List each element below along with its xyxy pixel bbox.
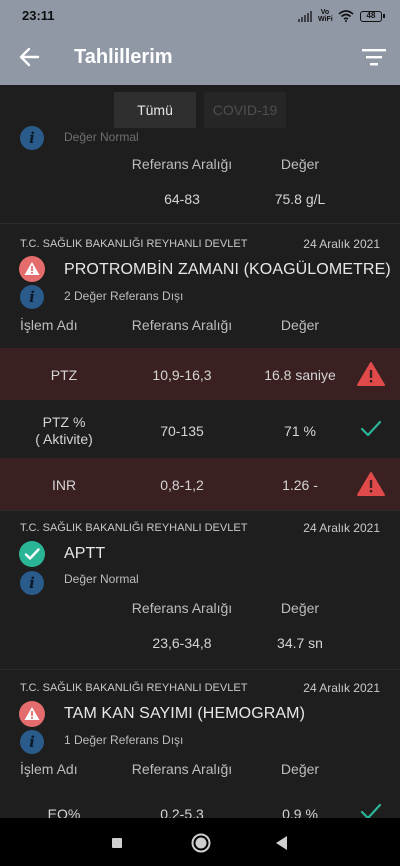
status-time: 23:11 [22,8,55,23]
info-icon[interactable]: i [20,285,44,309]
card-title[interactable]: APTT [64,545,105,563]
result-value: 75.8 g/L [274,191,326,207]
info-icon[interactable]: i [20,126,44,150]
info-icon[interactable]: i [20,730,44,754]
column-header-range: Referans Aralığı [131,600,233,616]
card-date: 24 Aralık 2021 [303,521,380,535]
signal-icon [298,10,312,22]
wifi-icon [338,10,354,22]
card-status-alert-badge [19,256,45,282]
card-divider [0,510,400,511]
back-nav-button[interactable] [272,833,292,853]
recents-icon [112,838,122,848]
column-header-name: İşlem Adı [20,317,78,333]
result-range: 10,9-16,3 [152,367,212,383]
arrow-left-icon [19,47,40,67]
result-name: PTZ [50,367,78,383]
system-nav-bar [0,818,400,866]
status-bar: 23:11 Vo WiFi 48 [0,0,400,30]
tab-all[interactable]: Tümü [114,92,196,128]
column-header-value: Değer [280,761,320,777]
app-bar: Tahlillerim [0,30,400,85]
recents-button[interactable] [108,834,126,852]
back-triangle-icon [276,836,287,850]
result-name: INR [51,477,77,493]
result-value: 34.7 sn [277,635,323,651]
tab-covid-19[interactable]: COVID-19 [204,92,286,128]
card-status-text: 1 Değer Referans Dışı [64,733,184,747]
result-value: 16.8 saniye [264,367,336,383]
lab-name: T.C. SAĞLIK BAKANLIĞI REYHANLI DEVLET [20,522,248,534]
card-date: 24 Aralık 2021 [303,681,380,695]
card-status-ok-badge [19,541,45,567]
result-range: 64-83 [164,191,200,207]
column-header-value: Değer [280,317,320,333]
result-range: 23,6-34,8 [152,635,212,651]
result-name: EO% [47,806,81,818]
warning-icon [24,707,40,720]
result-range: 70-135 [160,423,204,439]
card-status-text: Değer Normal [64,572,139,586]
home-icon [191,833,211,853]
column-header-value: Değer [280,156,320,172]
check-icon [360,803,382,818]
warning-icon [24,262,40,275]
page-title: Tahlillerim [74,46,173,68]
check-icon [24,548,40,560]
column-header-name: İşlem Adı [20,761,78,777]
result-range: 0,8-1,2 [160,477,204,493]
home-button[interactable] [189,831,213,855]
result-name: PTZ % ( Aktivite) [35,414,93,447]
card-status-text: 2 Değer Referans Dışı [64,289,184,303]
status-icons: Vo WiFi 48 [298,8,385,24]
card-divider [0,669,400,670]
card-divider [0,223,400,224]
check-icon [360,420,382,437]
card-title[interactable]: TAM KAN SAYIMI (HEMOGRAM) [64,705,305,723]
lab-name: T.C. SAĞLIK BAKANLIĞI REYHANLI DEVLET [20,238,248,250]
volte-label: Vo WiFi [318,9,333,23]
result-value: 71 % [284,423,316,439]
back-button[interactable] [16,43,44,71]
filter-button[interactable] [360,43,388,71]
column-header-range: Referans Aralığı [131,761,233,777]
card-date: 24 Aralık 2021 [303,237,380,251]
column-header-range: Referans Aralığı [131,317,233,333]
results-list[interactable]: i Değer Normal Referans Aralığı Değer 64… [0,85,400,818]
card-status-alert-badge [19,701,45,727]
filter-icon [362,49,386,66]
lab-name: T.C. SAĞLIK BAKANLIĞI REYHANLI DEVLET [20,682,248,694]
result-value: 1.26 - [282,477,318,493]
result-value: 0,9 % [282,806,318,818]
column-header-value: Değer [280,600,320,616]
result-range: 0,2-5,3 [160,806,204,818]
warning-icon [357,472,385,496]
card-title[interactable]: PROTROMBİN ZAMANI (KOAGÜLOMETRE) [64,261,391,279]
info-icon[interactable]: i [20,571,44,595]
column-header-range: Referans Aralığı [131,156,233,172]
warning-icon [357,362,385,386]
card-status-text: Değer Normal [64,130,139,144]
battery-icon: 48 [360,10,385,22]
